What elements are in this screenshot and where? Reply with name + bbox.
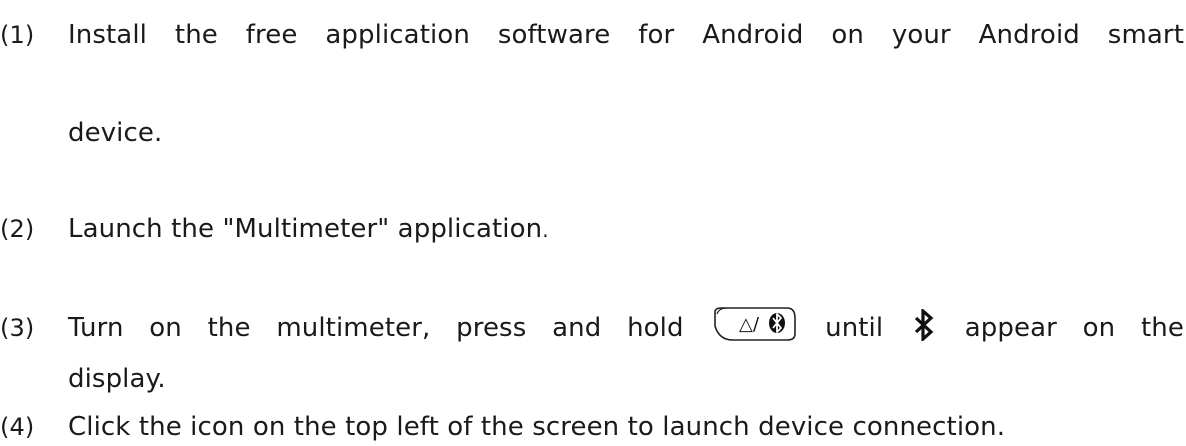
step-1-number: (1) [0, 21, 35, 49]
step-3-text-after: appear on the [964, 313, 1184, 343]
step-1-text: Install the free application software fo… [68, 20, 1184, 50]
step-3-text-continued: display. [68, 364, 166, 394]
step-4-text: Click the icon on the top left of the sc… [68, 412, 1006, 442]
keycap-graphic: △/ [714, 307, 797, 341]
step-4-number: (4) [0, 413, 35, 441]
bluetooth-key-button-illustration: △/ [711, 306, 797, 342]
step-3-text-before: Turn on the multimeter, press and hold [68, 313, 684, 343]
step-3-line-1: (3) Turn on the multimeter, press and hol… [0, 306, 1184, 345]
step-3-number: (3) [0, 314, 35, 342]
step-1-text-continued: device. [68, 118, 163, 148]
keycap-label: △/ [739, 314, 760, 335]
step-3-text-middle: until [825, 313, 884, 343]
step-1-line-1: (1) Install the free application software… [0, 18, 1184, 52]
bluetooth-icon [913, 307, 935, 343]
step-2-number: (2) [0, 215, 35, 243]
step-1-line-2: device. [68, 116, 162, 150]
step-2-text: Launch the "Multimeter" application [68, 214, 543, 244]
bluetooth-icon [769, 313, 786, 333]
step-3-line-2: display. [68, 362, 166, 396]
step-4-line: (4) Click the icon on the top left of the… [0, 410, 1005, 444]
instruction-document: (1) Install the free application software… [0, 0, 1186, 446]
step-2-period: . [542, 218, 549, 242]
step-2-line: (2) Launch the "Multimeter" application. [0, 212, 549, 247]
